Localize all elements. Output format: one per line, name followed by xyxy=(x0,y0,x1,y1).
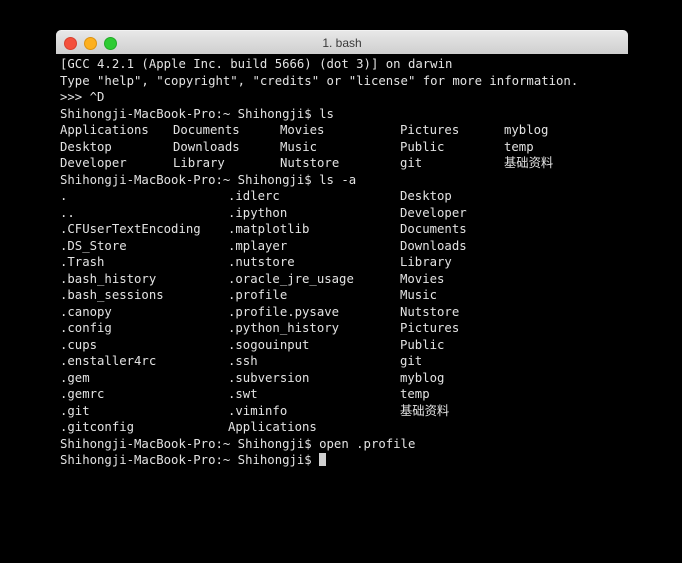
ls-a-output-row: .gem .subversion myblog xyxy=(56,370,628,387)
ls-cell: Public xyxy=(400,139,445,154)
ls-a-output-row: .. .ipython Developer xyxy=(56,205,628,222)
ls-cell: 基础资料 xyxy=(504,156,554,170)
ls-a-cell: .CFUserTextEncoding xyxy=(60,222,201,236)
ls-output-row: Desktop Downloads Music Public temp xyxy=(56,139,628,156)
ls-a-cell: .matplotlib xyxy=(228,222,310,236)
ls-a-output-row: .CFUserTextEncoding .matplotlib Documents xyxy=(56,221,628,238)
ls-a-cell: Nutstore xyxy=(400,304,460,319)
window-title-bar[interactable]: 1. bash xyxy=(56,30,628,54)
ls-a-output-row: .cups .sogouinput Public xyxy=(56,337,628,354)
ls-cell: myblog xyxy=(504,123,549,137)
ls-a-cell: Movies xyxy=(400,271,445,286)
ls-a-cell: .bash_history xyxy=(60,271,157,286)
ls-a-cell: Applications xyxy=(228,420,317,434)
ls-a-cell: Library xyxy=(400,255,452,269)
ls-a-cell: .Trash xyxy=(60,255,105,269)
window-controls xyxy=(64,31,117,55)
ls-a-cell: .bash_sessions xyxy=(60,288,164,302)
ls-a-cell: 基础资料 xyxy=(400,403,450,418)
ls-a-cell: .cups xyxy=(60,337,98,352)
ls-a-output-row: .enstaller4rc .ssh git xyxy=(56,353,628,370)
ls-a-cell: .mplayer xyxy=(228,238,288,253)
ls-a-cell: .nutstore xyxy=(228,255,295,269)
ls-a-cell: Pictures xyxy=(400,321,460,335)
ls-a-output-row: .gitconfig Applications xyxy=(56,419,628,436)
ls-a-cell: Documents xyxy=(400,222,467,236)
ls-cell: Downloads xyxy=(173,139,240,154)
ls-cell: Library xyxy=(173,156,225,170)
ls-a-output-row: .config .python_history Pictures xyxy=(56,320,628,337)
ls-cell: Movies xyxy=(280,123,325,137)
ls-a-cell: Public xyxy=(400,337,445,352)
ls-a-cell: .idlerc xyxy=(228,189,280,203)
terminal-command-ls-a: Shihongji-MacBook-Pro:~ Shihongji$ ls -a xyxy=(60,172,357,187)
terminal-line-gcc: [GCC 4.2.1 (Apple Inc. build 5666) (dot … xyxy=(60,57,453,71)
ls-a-output-row: .canopy .profile.pysave Nutstore xyxy=(56,304,628,321)
terminal-line-eof: >>> ^D xyxy=(60,90,105,104)
ls-a-cell: .. xyxy=(60,205,75,220)
ls-a-cell: . xyxy=(60,189,68,203)
window-title: 1. bash xyxy=(322,35,362,50)
ls-a-cell: myblog xyxy=(400,370,445,385)
ls-a-cell: .python_history xyxy=(228,321,340,335)
ls-a-cell: .swt xyxy=(228,387,258,401)
ls-a-cell: .profile.pysave xyxy=(228,304,340,319)
ls-a-cell: Downloads xyxy=(400,238,467,253)
ls-a-cell: .ssh xyxy=(228,354,258,368)
ls-a-cell: .canopy xyxy=(60,304,112,319)
ls-cell: temp xyxy=(504,139,534,154)
ls-a-cell: Desktop xyxy=(400,189,452,203)
ls-a-output-row: .gemrc .swt temp xyxy=(56,386,628,403)
ls-a-cell: git xyxy=(400,354,423,368)
terminal-window[interactable]: 1. bash [GCC 4.2.1 (Apple Inc. build 566… xyxy=(56,30,628,542)
ls-a-cell: .enstaller4rc xyxy=(60,354,157,368)
terminal-final-prompt: Shihongji-MacBook-Pro:~ Shihongji$ xyxy=(56,452,628,469)
ls-a-cell: .viminfo xyxy=(228,403,288,418)
ls-a-cell: .sogouinput xyxy=(228,337,310,352)
ls-a-output-row: .Trash .nutstore Library xyxy=(56,254,628,271)
zoom-button-icon[interactable] xyxy=(104,36,117,50)
ls-a-output-row: . .idlerc Desktop xyxy=(56,188,628,205)
terminal-command-open: Shihongji-MacBook-Pro:~ Shihongji$ open … xyxy=(60,436,416,451)
ls-a-cell: .git xyxy=(60,403,90,418)
ls-a-cell: .oracle_jre_usage xyxy=(228,271,354,286)
ls-a-cell: .ipython xyxy=(228,205,288,220)
ls-a-cell: Music xyxy=(400,288,438,302)
ls-a-cell: .DS_Store xyxy=(60,238,127,253)
ls-a-output-row: .git .viminfo 基础资料 xyxy=(56,403,628,420)
ls-a-cell: Developer xyxy=(400,205,467,220)
ls-a-output-row: .DS_Store .mplayer Downloads xyxy=(56,238,628,255)
text-cursor xyxy=(319,453,327,466)
ls-cell: Desktop xyxy=(60,139,112,154)
terminal-line-help: Type "help", "copyright", "credits" or "… xyxy=(60,73,579,88)
terminal-output-area[interactable]: [GCC 4.2.1 (Apple Inc. build 5666) (dot … xyxy=(56,54,628,542)
ls-a-cell: .gem xyxy=(60,370,90,385)
minimize-button-icon[interactable] xyxy=(84,36,97,50)
ls-a-cell: temp xyxy=(400,387,430,401)
ls-a-cell: .subversion xyxy=(228,370,310,385)
ls-cell: Pictures xyxy=(400,123,460,137)
ls-output-row: Developer Library Nutstore git 基础资料 xyxy=(56,155,628,172)
ls-a-output: . .idlerc Desktop.. .ipython Developer .CFUse… xyxy=(56,188,628,436)
ls-a-cell: .profile xyxy=(228,288,288,302)
ls-cell: Applications xyxy=(60,123,149,137)
ls-cell: Developer xyxy=(60,156,127,170)
ls-cell: Music xyxy=(280,139,318,154)
prompt-text: Shihongji-MacBook-Pro:~ Shihongji$ xyxy=(60,453,320,467)
terminal-command-ls: Shihongji-MacBook-Pro:~ Shihongji$ ls xyxy=(60,106,334,121)
ls-a-cell: .config xyxy=(60,321,112,335)
ls-cell: Nutstore xyxy=(280,156,340,170)
ls-cell: Documents xyxy=(173,123,240,137)
ls-a-output-row: .bash_sessions .profile Music xyxy=(56,287,628,304)
ls-a-output-row: .bash_history .oracle_jre_usage Movies xyxy=(56,271,628,288)
close-button-icon[interactable] xyxy=(64,36,77,50)
ls-cell: git xyxy=(400,156,423,170)
ls-a-cell: .gitconfig xyxy=(60,420,135,434)
ls-a-cell: .gemrc xyxy=(60,387,105,401)
ls-output-row: Applications Documents Movies Pictures m… xyxy=(56,122,628,139)
